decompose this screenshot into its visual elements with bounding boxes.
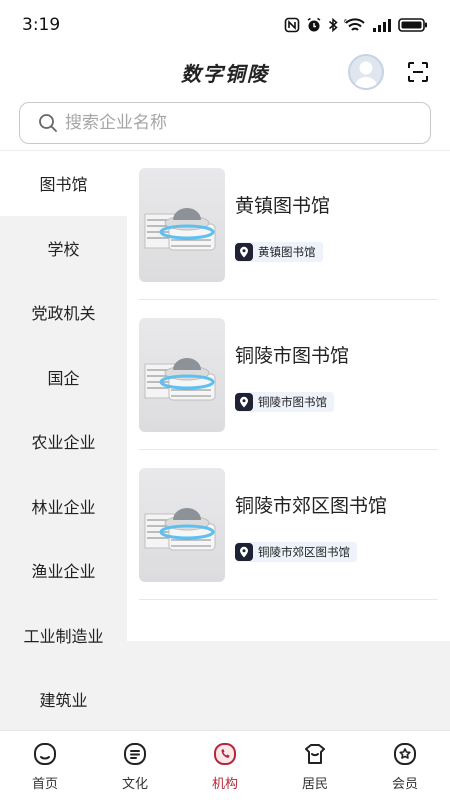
list-empty-area bbox=[127, 641, 450, 730]
nav-culture[interactable]: 文化 bbox=[90, 731, 180, 800]
resident-icon bbox=[305, 744, 325, 764]
sidebar-item-school[interactable]: 学校 bbox=[0, 216, 127, 281]
nav-resident[interactable]: 居民 bbox=[270, 731, 360, 800]
institution-icon bbox=[214, 743, 236, 765]
sidebar-item-construction[interactable]: 建筑业 bbox=[0, 667, 127, 730]
bluetooth-icon bbox=[329, 17, 338, 33]
location-tag: 铜陵市图书馆 bbox=[235, 392, 334, 412]
home-icon bbox=[34, 743, 56, 765]
sidebar-item-fishery[interactable]: 渔业企业 bbox=[0, 538, 127, 603]
search-icon bbox=[39, 114, 57, 132]
sidebar-item-manufacturing[interactable]: 工业制造业 bbox=[0, 603, 127, 668]
wifi-icon: 6 bbox=[344, 18, 365, 31]
nav-home-label: 首页 bbox=[31, 777, 58, 792]
institution-list: 黄镇图书馆 黄镇图书馆 铜陵市图书馆 铜陵市图书馆 铜陵市郊区图书馆 铜陵市郊区… bbox=[127, 151, 450, 641]
library-thumbnail bbox=[139, 168, 225, 282]
nav-culture-label: 文化 bbox=[121, 777, 148, 792]
library-thumbnail bbox=[139, 468, 225, 582]
library-building-image bbox=[144, 208, 216, 251]
location-pin-icon bbox=[235, 543, 253, 561]
nav-home[interactable]: 首页 bbox=[0, 731, 90, 800]
scan-icon[interactable] bbox=[406, 60, 430, 84]
battery-icon bbox=[398, 18, 427, 32]
library-thumbnail bbox=[139, 318, 225, 432]
tag-label: 铜陵市郊区图书馆 bbox=[258, 545, 350, 559]
svg-text:6: 6 bbox=[344, 19, 347, 25]
culture-icon bbox=[124, 743, 146, 765]
status-time: 3:19 bbox=[22, 15, 61, 35]
member-icon bbox=[394, 743, 416, 765]
card-title: 黄镇图书馆 bbox=[235, 195, 331, 217]
sidebar-item-state-owned[interactable]: 国企 bbox=[0, 345, 127, 410]
nav-resident-label: 居民 bbox=[301, 777, 328, 792]
alarm-icon bbox=[307, 17, 321, 32]
search-bar[interactable] bbox=[19, 102, 431, 144]
nav-institution-label: 机构 bbox=[211, 777, 238, 792]
location-pin-icon bbox=[235, 393, 253, 411]
nfc-icon bbox=[284, 17, 300, 33]
app-screen: 3:19 6 数字铜陵 搜索企业名称 图书馆 学校 党政机关 国企 农业企业 林… bbox=[0, 0, 450, 800]
app-header: 数字铜陵 bbox=[0, 50, 450, 96]
bottom-nav: 首页 文化 机构 居民 会员 bbox=[0, 730, 450, 800]
location-pin-icon bbox=[235, 243, 253, 261]
tag-label: 铜陵市图书馆 bbox=[258, 395, 327, 409]
signal-icon bbox=[373, 19, 391, 32]
avatar[interactable] bbox=[348, 54, 384, 90]
library-building-image bbox=[144, 508, 216, 551]
list-item[interactable]: 黄镇图书馆 黄镇图书馆 bbox=[139, 151, 438, 300]
search-input[interactable] bbox=[65, 113, 405, 133]
nav-institution[interactable]: 机构 bbox=[180, 731, 270, 800]
card-title: 铜陵市郊区图书馆 bbox=[235, 495, 388, 517]
location-tag: 铜陵市郊区图书馆 bbox=[235, 542, 357, 562]
library-building-image bbox=[144, 358, 216, 401]
list-item[interactable]: 铜陵市图书馆 铜陵市图书馆 bbox=[139, 301, 438, 450]
nav-member-label: 会员 bbox=[391, 777, 418, 792]
category-sidebar: 图书馆 学校 党政机关 国企 农业企业 林业企业 渔业企业 工业制造业 建筑业 bbox=[0, 151, 127, 730]
card-title: 铜陵市图书馆 bbox=[235, 345, 350, 367]
list-item[interactable]: 铜陵市郊区图书馆 铜陵市郊区图书馆 bbox=[139, 451, 438, 600]
tag-label: 黄镇图书馆 bbox=[258, 245, 316, 259]
sidebar-item-forestry[interactable]: 林业企业 bbox=[0, 474, 127, 539]
user-avatar-icon bbox=[354, 61, 378, 88]
sidebar-item-library[interactable]: 图书馆 bbox=[0, 151, 127, 216]
status-bar: 3:19 6 bbox=[0, 0, 450, 50]
sidebar-item-government[interactable]: 党政机关 bbox=[0, 280, 127, 345]
nav-member[interactable]: 会员 bbox=[360, 731, 450, 800]
status-icons: 6 bbox=[284, 17, 428, 33]
location-tag: 黄镇图书馆 bbox=[235, 242, 323, 262]
sidebar-item-agriculture[interactable]: 农业企业 bbox=[0, 409, 127, 474]
